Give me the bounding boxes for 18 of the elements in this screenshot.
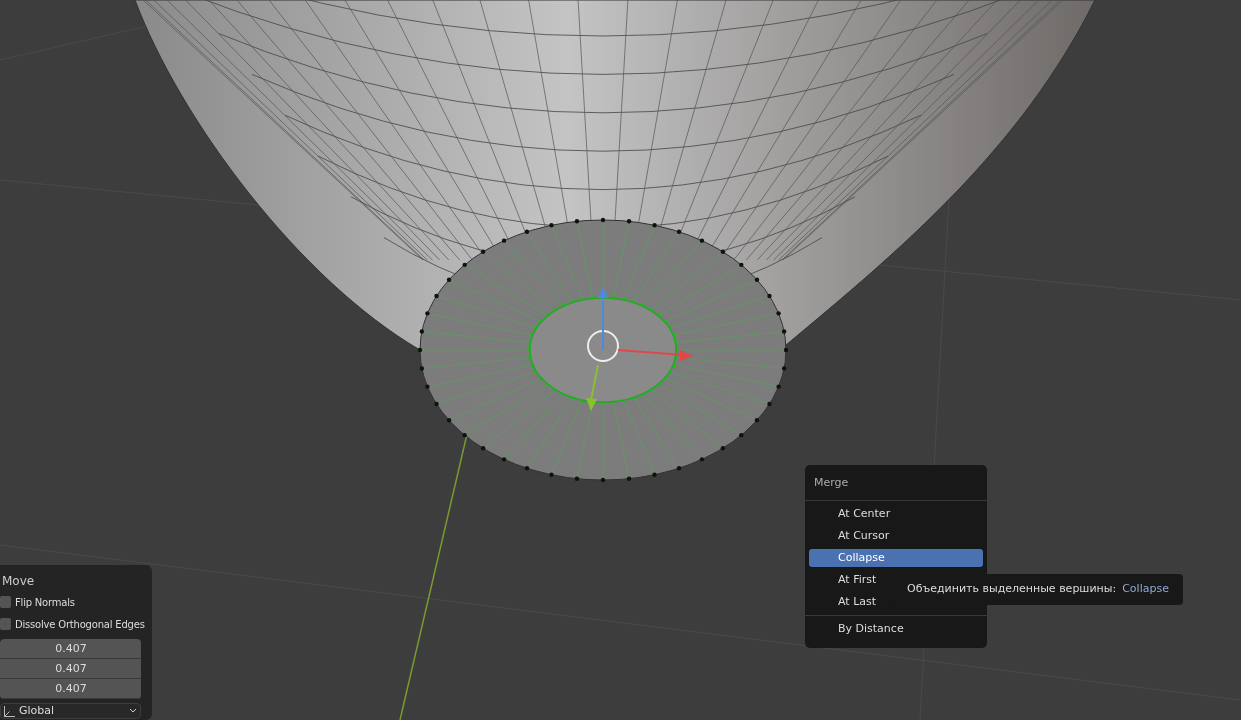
checkbox[interactable]	[0, 618, 11, 630]
number-field[interactable]: 0.407	[0, 639, 141, 659]
menu-item[interactable]: By Distance	[809, 619, 983, 638]
checkbox-label: Dissolve Orthogonal Edges	[15, 617, 145, 632]
axes-icon	[4, 705, 15, 717]
menu-title: Merge	[813, 475, 850, 491]
tooltip-value: Collapse	[1122, 581, 1169, 597]
orientation-dropdown[interactable]: Global	[0, 703, 141, 719]
menu-item[interactable]: At Cursor	[809, 526, 983, 545]
chevron-down-icon	[129, 708, 137, 714]
tooltip-text: Объединить выделенные вершины:	[907, 581, 1117, 597]
panel-title: Move	[1, 573, 36, 590]
number-field[interactable]: 0.407	[0, 659, 141, 679]
menu-item[interactable]: Collapse	[809, 548, 983, 567]
menu-item[interactable]: At Center	[809, 504, 983, 523]
checkbox[interactable]	[0, 596, 11, 608]
number-field[interactable]: 0.407	[0, 679, 141, 699]
checkbox-label: Flip Normals	[15, 595, 75, 610]
